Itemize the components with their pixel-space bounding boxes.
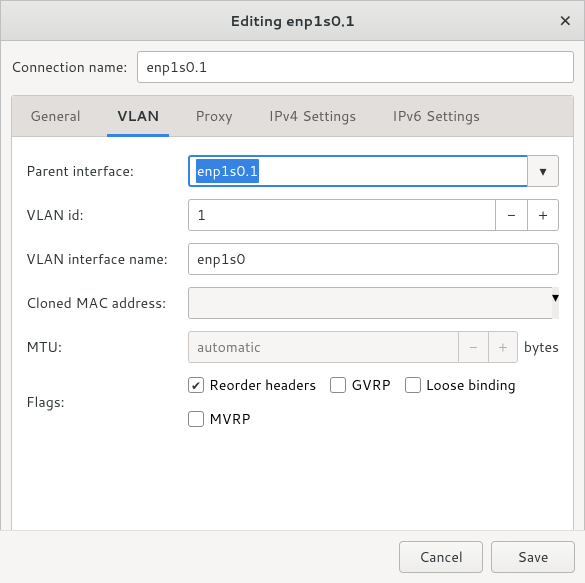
mtu-input[interactable] [188,331,458,363]
save-button[interactable]: Save [491,541,575,573]
chevron-down-icon: ▾ [552,287,559,307]
flags-label: Flags: [26,392,178,412]
mtu-increment-button[interactable]: + [488,331,518,363]
dialog-body: Connection name: General VLAN Proxy IPv4… [1,41,584,538]
tab-proxy[interactable]: Proxy [177,96,250,136]
vlan-id-input[interactable] [188,199,495,231]
checkbox-label: MVRP [209,409,250,429]
checkbox-icon: ✔ [188,377,204,393]
cloned-mac-combo: ▾ [188,287,559,319]
title-bar: Editing enp1s0.1 ✕ [1,1,584,41]
checkbox-reorder-headers[interactable]: ✔ Reorder headers [188,375,316,395]
vlan-ifname-label: VLAN interface name: [26,249,178,269]
parent-interface-row: Parent interface: enp1s0.1 ▾ [26,155,559,187]
checkbox-label: GVRP [351,375,390,395]
checkbox-mvrp[interactable]: MVRP [188,409,250,429]
cancel-button[interactable]: Cancel [399,541,483,573]
tab-strip: General VLAN Proxy IPv4 Settings IPv6 Se… [12,96,573,137]
vlan-id-increment-button[interactable]: + [527,199,559,231]
parent-interface-input[interactable]: enp1s0.1 [188,155,527,187]
plus-icon: + [538,205,548,225]
connection-name-row: Connection name: [11,51,574,83]
mtu-label: MTU: [26,337,178,357]
vlan-ifname-row: VLAN interface name: [26,243,559,275]
checkbox-loose-binding[interactable]: Loose binding [405,375,516,395]
minus-icon: − [469,337,477,357]
mtu-spinner: − + [188,331,518,363]
tab-ipv4[interactable]: IPv4 Settings [251,96,375,136]
checkbox-icon [405,377,421,393]
checkbox-icon [188,411,204,427]
tab-content-vlan: Parent interface: enp1s0.1 ▾ VLAN id: − … [12,137,573,537]
vlan-ifname-input[interactable] [188,243,559,275]
minus-icon: − [507,205,515,225]
vlan-id-decrement-button[interactable]: − [495,199,527,231]
mtu-decrement-button[interactable]: − [458,331,488,363]
parent-interface-dropdown-button[interactable]: ▾ [527,155,559,187]
plus-icon: + [498,337,508,357]
mtu-row: MTU: − + bytes [26,331,559,363]
dialog-footer: Cancel Save [0,530,585,583]
vlan-id-spinner: − + [188,199,559,231]
close-icon[interactable]: ✕ [559,9,572,32]
connection-name-input[interactable] [137,51,574,83]
mtu-wrap: − + bytes [188,331,559,363]
checkbox-label: Reorder headers [209,375,316,395]
cloned-mac-row: Cloned MAC address: ▾ [26,287,559,319]
vlan-id-row: VLAN id: − + [26,199,559,231]
cloned-mac-dropdown-button[interactable]: ▾ [552,287,559,319]
checkbox-icon [330,377,346,393]
cloned-mac-input[interactable] [188,287,552,319]
tab-general[interactable]: General [12,96,99,136]
flags-row: Flags: ✔ Reorder headers GVRP Loose bind… [26,375,559,429]
parent-interface-label: Parent interface: [26,161,178,181]
window-title: Editing enp1s0.1 [230,11,355,31]
connection-name-label: Connection name: [11,57,127,77]
checkbox-gvrp[interactable]: GVRP [330,375,390,395]
checkbox-label: Loose binding [426,375,516,395]
parent-interface-combo: enp1s0.1 ▾ [188,155,559,187]
tab-ipv6[interactable]: IPv6 Settings [374,96,498,136]
chevron-down-icon: ▾ [539,161,546,181]
mtu-unit: bytes [524,337,559,357]
flags-group: ✔ Reorder headers GVRP Loose binding MVR… [188,375,559,429]
tab-vlan[interactable]: VLAN [99,96,178,136]
tab-container: General VLAN Proxy IPv4 Settings IPv6 Se… [11,95,574,538]
vlan-id-label: VLAN id: [26,205,178,225]
parent-interface-value: enp1s0.1 [196,159,259,183]
cloned-mac-label: Cloned MAC address: [26,293,178,313]
